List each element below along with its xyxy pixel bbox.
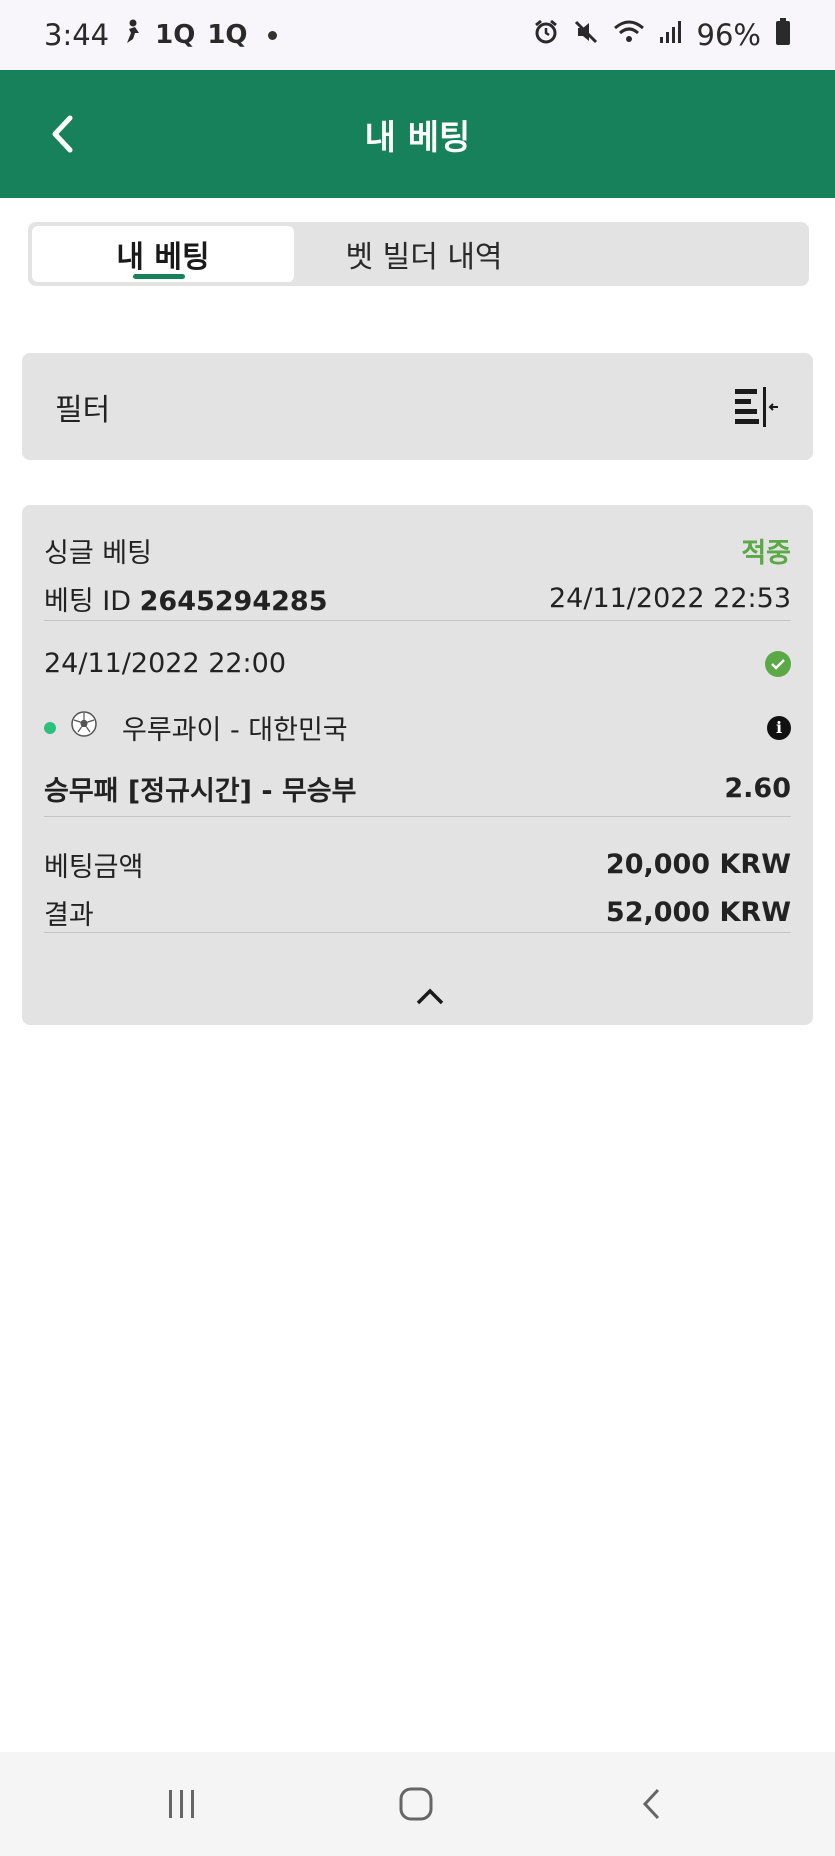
home-button[interactable] [396,1780,436,1828]
1q-icon: 1Q [207,20,248,50]
result-row: 결과 52,000 KRW [44,893,791,932]
collapse-button[interactable] [412,985,448,1009]
chevron-left-icon [52,115,73,153]
event-row: 우루과이 - 대한민국 i [44,708,791,747]
tab-label: 내 베팅 [116,240,210,275]
filter-label: 필터 [55,392,111,428]
mute-icon [573,18,599,52]
active-tab-indicator [133,274,185,279]
stake-value: 20,000 KRW [605,849,791,880]
divider [44,932,791,933]
live-dot-icon [44,721,56,734]
bet-type: 싱글 베팅 [44,538,152,569]
odds-value: 2.60 [724,773,791,804]
bet-id-value: 2645294285 [139,586,328,617]
page-title: 내 베팅 [364,117,471,158]
info-icon[interactable]: i [767,715,791,740]
bet-id: 베팅 ID 2645294285 [44,579,328,618]
bet-header-row: 싱글 베팅 적중 [44,531,791,570]
person-walk-icon [121,18,143,52]
status-right: 96% [533,17,791,53]
event-time: 24/11/2022 22:00 [44,648,287,679]
recent-apps-button[interactable] [164,1780,200,1828]
status-left: 3:44 1Q 1Q [44,18,277,52]
bet-placed-time: 24/11/2022 22:53 [548,583,791,614]
event-time-row: 24/11/2022 22:00 [44,648,791,679]
match-name: 우루과이 - 대한민국 [122,715,348,746]
bet-card: 싱글 베팅 적중 베팅 ID 2645294285 24/11/2022 22:… [22,505,813,1025]
tab-bet-builder-history[interactable]: 벳 빌더 내역 [304,226,544,282]
back-arrow-icon [642,1788,660,1820]
notification-dot [267,30,277,40]
divider [44,620,791,621]
alarm-icon [533,18,559,52]
home-icon [399,1787,433,1821]
status-time: 3:44 [44,18,110,52]
chevron-up-icon [416,988,444,1005]
recent-apps-icon [169,1790,194,1818]
check-icon [765,650,791,677]
system-nav-bar [0,1752,835,1856]
1q-icon: 1Q [155,20,196,50]
tab-label: 벳 빌더 내역 [345,240,503,275]
event-info: 우루과이 - 대한민국 [44,708,348,747]
back-button[interactable] [42,106,82,162]
system-back-button[interactable] [636,1780,666,1828]
bet-status-badge: 적중 [741,538,791,569]
filter-bar[interactable]: 필터 [22,353,813,460]
stake-label: 베팅금액 [44,852,144,883]
battery-icon [775,17,791,53]
battery-percent: 96% [696,18,761,52]
bet-id-row: 베팅 ID 2645294285 24/11/2022 22:53 [44,579,791,618]
market-selection: 승무패 [정규시간] - 무승부 [44,776,357,807]
filter-icon [735,386,778,427]
divider [44,816,791,817]
signal-icon [659,18,683,52]
wifi-icon [613,18,645,52]
result-label: 결과 [44,900,94,931]
stake-row: 베팅금액 20,000 KRW [44,845,791,884]
tab-bar: 내 베팅 벳 빌더 내역 [28,222,809,286]
bet-id-label: 베팅 ID [44,586,132,617]
status-bar: 3:44 1Q 1Q 96% [0,0,835,70]
tab-my-bets[interactable]: 내 베팅 [32,226,294,282]
soccer-ball-icon [70,710,98,745]
app-header: 내 베팅 [0,70,835,198]
market-row: 승무패 [정규시간] - 무승부 2.60 [44,769,791,808]
result-value: 52,000 KRW [605,897,791,928]
